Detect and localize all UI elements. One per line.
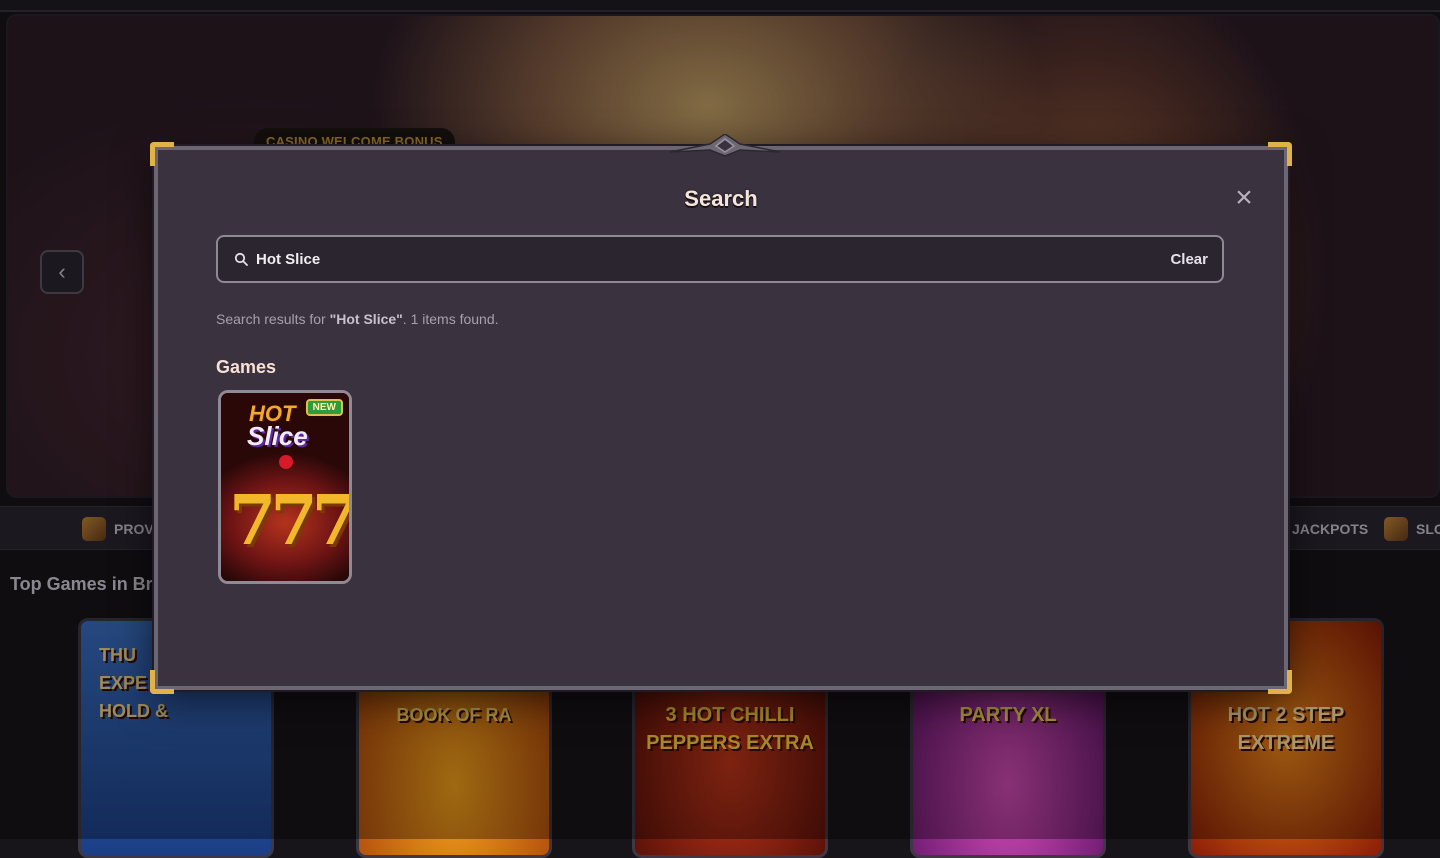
sevens-art: 777	[229, 481, 352, 561]
game-thumbnail: HOT Slice 777 NEW	[221, 393, 349, 581]
search-modal: Search × Clear Search results for "Hot S…	[150, 134, 1292, 694]
search-box: Clear	[216, 235, 1224, 283]
close-icon: ×	[1235, 181, 1253, 214]
cherry-icon	[279, 455, 293, 469]
results-query: "Hot Slice"	[329, 311, 403, 327]
search-icon	[234, 252, 248, 266]
modal-title: Search	[684, 186, 758, 211]
game-card-hot-slice[interactable]: HOT Slice 777 NEW	[218, 390, 352, 584]
games-heading: Games	[216, 357, 277, 377]
game-title-main: Slice	[247, 421, 308, 451]
search-results-summary: Search results for "Hot Slice". 1 items …	[216, 311, 499, 327]
close-button[interactable]: ×	[1230, 181, 1258, 214]
new-badge: NEW	[305, 399, 343, 416]
results-prefix: Search results for	[216, 311, 330, 327]
results-count: . 1 items found.	[402, 311, 499, 327]
gold-corner-ornament	[1268, 670, 1292, 694]
gold-corner-ornament	[1268, 142, 1292, 166]
search-input[interactable]	[256, 250, 1171, 268]
clear-button[interactable]: Clear	[1170, 251, 1208, 268]
gold-corner-ornament	[150, 670, 174, 694]
crest-ornament-icon	[670, 134, 780, 157]
gold-corner-ornament	[150, 142, 174, 166]
